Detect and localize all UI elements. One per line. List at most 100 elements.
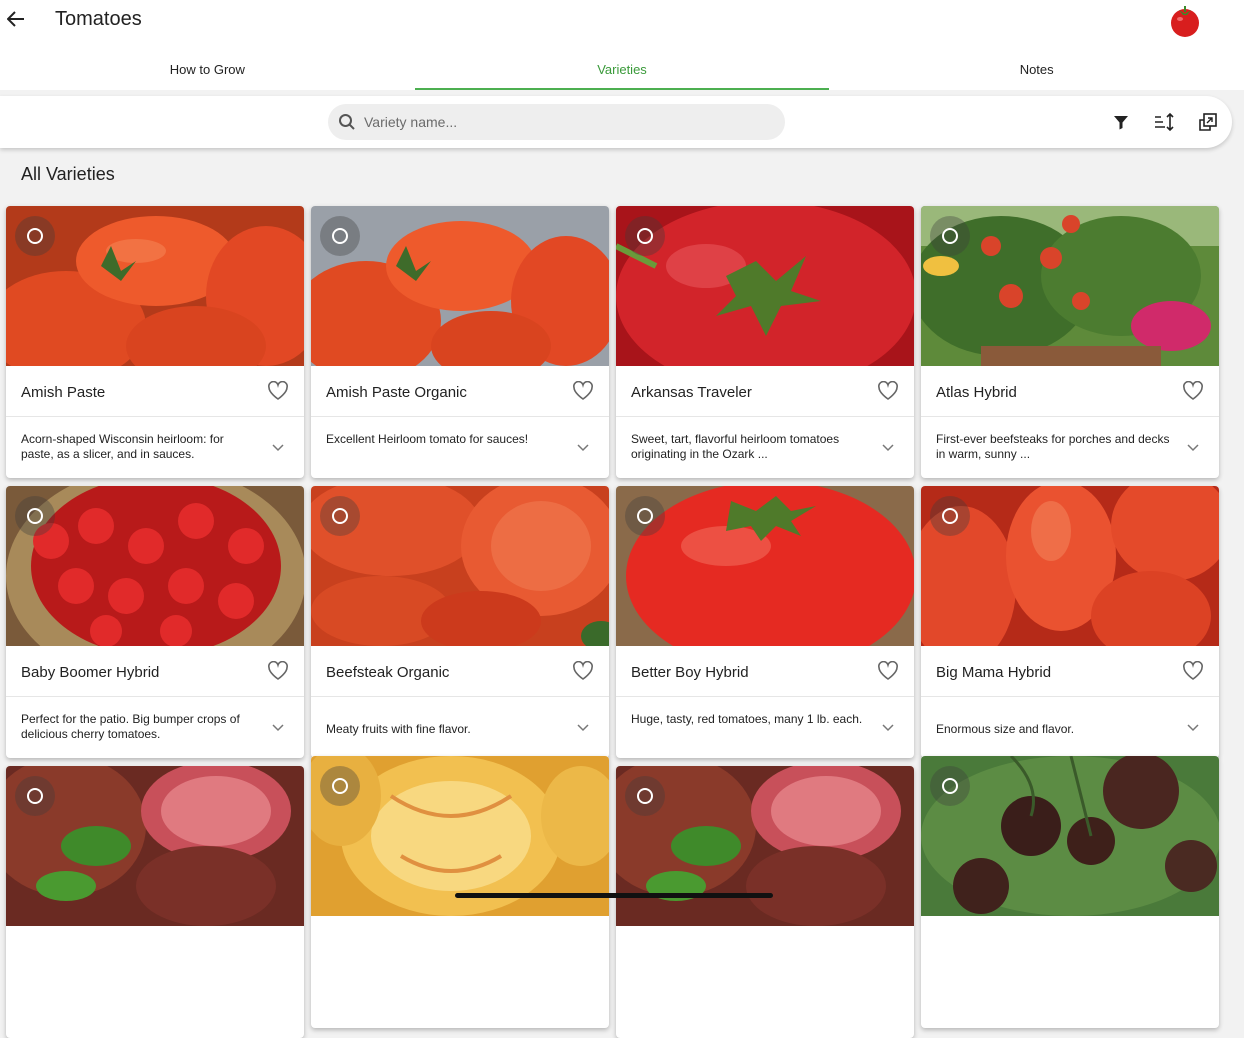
card-header: Big Mama Hybrid	[921, 646, 1219, 697]
favorite-button[interactable]	[267, 380, 289, 401]
select-checkbox[interactable]	[625, 776, 665, 816]
heart-icon	[1183, 380, 1203, 400]
tab-label: Varieties	[597, 61, 647, 77]
variety-description: Enormous size and flavor.	[936, 722, 1075, 736]
favorite-button[interactable]	[1182, 380, 1204, 401]
expand-button[interactable]	[573, 438, 593, 458]
chevron-down-icon	[272, 444, 284, 452]
heart-icon	[1183, 660, 1203, 680]
variety-name: Arkansas Traveler	[631, 384, 752, 401]
variety-name: Big Mama Hybrid	[936, 664, 1052, 681]
select-checkbox[interactable]	[15, 496, 55, 536]
select-checkbox[interactable]	[320, 216, 360, 256]
variety-card[interactable]	[921, 756, 1219, 1028]
chevron-down-icon	[577, 444, 589, 452]
app-bar: Tomatoes How to Grow Varieties Notes	[0, 0, 1244, 90]
variety-card[interactable]: Better Boy Hybrid Huge, tasty, red tomat…	[616, 486, 914, 758]
sort-icon	[1155, 112, 1174, 132]
variety-name: Amish Paste Organic	[326, 384, 467, 401]
variety-description: Excellent Heirloom tomato for sauces!	[326, 432, 529, 446]
tab-label: How to Grow	[169, 61, 245, 77]
variety-card[interactable]: Beefsteak Organic Meaty fruits with fine…	[311, 486, 609, 758]
back-button[interactable]	[4, 6, 28, 32]
select-checkbox[interactable]	[625, 496, 665, 536]
variety-description: First-ever beefsteaks for porches and de…	[936, 432, 1170, 461]
arrow-left-icon	[7, 11, 24, 27]
variety-card[interactable]: Arkansas Traveler Sweet, tart, flavorful…	[616, 206, 914, 478]
card-header: Beefsteak Organic	[311, 646, 609, 697]
filter-button[interactable]	[1109, 110, 1133, 134]
variety-card[interactable]: Big Mama Hybrid Enormous size and flavor…	[921, 486, 1219, 758]
compare-button[interactable]	[1196, 110, 1220, 134]
tab-notes[interactable]: Notes	[829, 48, 1244, 90]
tab-bar: How to Grow Varieties Notes	[0, 48, 1244, 90]
select-checkbox[interactable]	[930, 766, 970, 806]
chevron-down-icon	[1187, 724, 1199, 732]
favorite-button[interactable]	[1182, 660, 1204, 681]
card-header: Amish Paste Organic	[311, 366, 609, 417]
section-title: All Varieties	[21, 164, 115, 184]
heart-icon	[268, 660, 288, 680]
chevron-down-icon	[272, 724, 284, 732]
favorite-button[interactable]	[877, 380, 899, 401]
search-input[interactable]	[364, 114, 764, 130]
variety-name: Baby Boomer Hybrid	[21, 664, 160, 681]
search-icon	[339, 114, 355, 130]
heart-icon	[878, 380, 898, 400]
variety-card[interactable]: Atlas Hybrid First-ever beefsteaks for p…	[921, 206, 1219, 478]
search-box[interactable]	[328, 104, 785, 140]
tab-label: Notes	[1019, 61, 1054, 77]
select-checkbox[interactable]	[15, 776, 55, 816]
variety-name: Amish Paste	[21, 384, 106, 401]
variety-card[interactable]: Amish Paste Organic Excellent Heirloom t…	[311, 206, 609, 478]
heart-icon	[573, 380, 593, 400]
select-checkbox[interactable]	[15, 216, 55, 256]
select-checkbox[interactable]	[930, 496, 970, 536]
page-title: Tomatoes	[55, 8, 142, 30]
card-header: Better Boy Hybrid	[616, 646, 914, 697]
variety-card[interactable]	[6, 766, 304, 1038]
heart-icon	[573, 660, 593, 680]
variety-card[interactable]: Amish Paste Acorn-shaped Wisconsin heirl…	[6, 206, 304, 478]
favorite-button[interactable]	[877, 660, 899, 681]
compare-icon	[1199, 113, 1217, 131]
select-checkbox[interactable]	[625, 216, 665, 256]
variety-description: Acorn-shaped Wisconsin heirloom: for pas…	[21, 432, 224, 461]
expand-button[interactable]	[1183, 718, 1203, 738]
chevron-down-icon	[882, 724, 894, 732]
variety-card[interactable]	[616, 766, 914, 1038]
card-header: Arkansas Traveler	[616, 366, 914, 417]
home-indicator	[455, 893, 773, 898]
variety-description: Huge, tasty, red tomatoes, many 1 lb. ea…	[631, 712, 863, 726]
expand-button[interactable]	[1183, 438, 1203, 458]
select-checkbox[interactable]	[930, 216, 970, 256]
heart-icon	[878, 660, 898, 680]
select-checkbox[interactable]	[320, 496, 360, 536]
heart-icon	[268, 380, 288, 400]
filter-icon	[1114, 116, 1128, 130]
chevron-down-icon	[1187, 444, 1199, 452]
search-toolbar	[0, 96, 1232, 148]
tab-varieties[interactable]: Varieties	[414, 48, 830, 90]
card-header: Amish Paste	[6, 366, 304, 417]
tomato-icon	[1168, 4, 1202, 38]
variety-name: Beefsteak Organic	[326, 664, 450, 681]
favorite-button[interactable]	[267, 660, 289, 681]
expand-button[interactable]	[268, 438, 288, 458]
expand-button[interactable]	[573, 718, 593, 738]
variety-name: Atlas Hybrid	[936, 384, 1017, 401]
chevron-down-icon	[882, 444, 894, 452]
expand-button[interactable]	[878, 438, 898, 458]
favorite-button[interactable]	[572, 660, 594, 681]
variety-card[interactable]: Baby Boomer Hybrid Perfect for the patio…	[6, 486, 304, 758]
variety-card[interactable]	[311, 756, 609, 1028]
sort-button[interactable]	[1152, 110, 1176, 134]
select-checkbox[interactable]	[320, 766, 360, 806]
expand-button[interactable]	[878, 718, 898, 738]
expand-button[interactable]	[268, 718, 288, 738]
favorite-button[interactable]	[572, 380, 594, 401]
tab-how-to-grow[interactable]: How to Grow	[0, 48, 415, 90]
chevron-down-icon	[577, 724, 589, 732]
card-header: Baby Boomer Hybrid	[6, 646, 304, 697]
card-header: Atlas Hybrid	[921, 366, 1219, 417]
